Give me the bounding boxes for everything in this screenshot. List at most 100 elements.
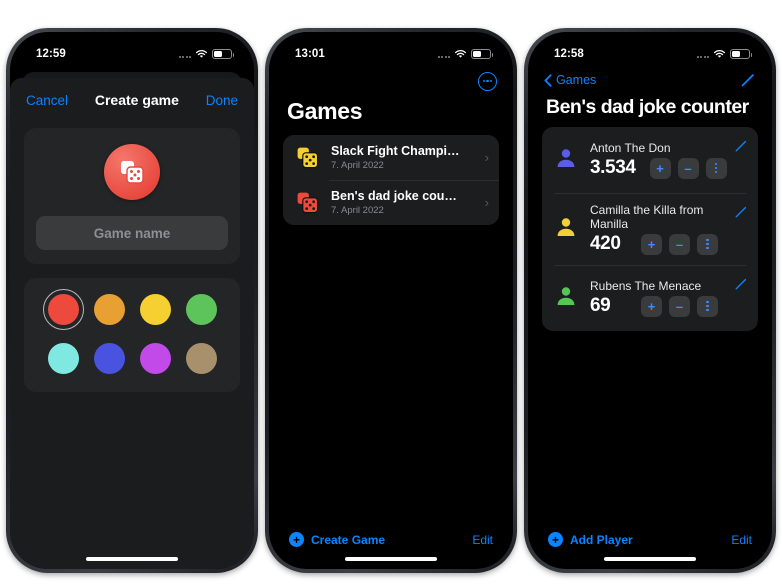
decrement-button[interactable]: –	[669, 233, 690, 255]
add-player-button[interactable]: + Add Player	[548, 532, 633, 547]
plus-circle-icon: +	[548, 532, 563, 547]
battery-icon	[471, 49, 493, 59]
minus-label: –	[684, 160, 692, 176]
wifi-icon	[454, 49, 467, 59]
phone-games-list: 13:01 Games Slack Fight Champi… 7. April…	[265, 28, 517, 573]
cancel-button[interactable]: Cancel	[26, 93, 68, 108]
home-indicator[interactable]	[604, 557, 696, 561]
screen-create-game: Cancel Create game Done Game name	[10, 66, 254, 569]
player-name: Rubens The Menace	[590, 279, 702, 293]
signal-icon	[696, 50, 709, 58]
dice-icon[interactable]	[104, 144, 160, 200]
chevron-right-icon: ›	[484, 150, 489, 165]
status-time: 12:59	[36, 48, 66, 60]
pencil-icon[interactable]	[734, 139, 748, 153]
notch	[339, 32, 443, 54]
game-title: Slack Fight Champi…	[331, 144, 460, 158]
increment-button[interactable]: +	[641, 233, 662, 255]
color-swatch-orange[interactable]	[93, 294, 125, 325]
pencil-icon[interactable]	[734, 277, 748, 291]
decrement-button[interactable]: –	[677, 157, 699, 179]
more-vertical-icon[interactable]	[705, 157, 727, 179]
color-swatch-red[interactable]	[42, 289, 84, 330]
decrement-button[interactable]: –	[669, 295, 690, 317]
color-swatch-cyan[interactable]	[47, 343, 79, 374]
sheet-navigation-bar: Cancel Create game Done	[10, 78, 254, 122]
table-row[interactable]: Ben's dad joke cou… 7. April 2022 ›	[283, 180, 499, 225]
bottom-toolbar: + Create Game Edit	[269, 532, 513, 547]
player-name: Anton The Don	[590, 141, 671, 155]
game-date: 7. April 2022	[331, 205, 384, 216]
game-identity-card: Game name	[24, 128, 240, 264]
players-list: Anton The Don 3.534 + – Camilla the Kill…	[542, 127, 758, 331]
plus-label: +	[647, 298, 656, 314]
color-swatch-tan[interactable]	[185, 343, 217, 374]
minus-label: –	[675, 298, 684, 314]
plus-circle-icon: +	[289, 532, 304, 547]
chevron-right-icon: ›	[484, 195, 489, 210]
signal-icon	[437, 50, 450, 58]
screen-game-detail: Games Ben's dad joke counter Anton The D…	[528, 66, 772, 569]
wifi-icon	[195, 49, 208, 59]
screen-games-list: Games Slack Fight Champi… 7. April 2022 …	[269, 66, 513, 569]
dice-icon	[297, 147, 319, 168]
edit-button[interactable]: Edit	[731, 533, 752, 547]
navigation-bar: Games	[528, 66, 772, 94]
back-button[interactable]: Games	[544, 73, 596, 87]
color-picker-card	[24, 278, 240, 392]
player-score: 420	[590, 233, 621, 254]
player-name: Camilla the Killa from Manilla	[590, 203, 704, 231]
increment-button[interactable]: +	[641, 295, 662, 317]
more-vertical-icon[interactable]	[697, 233, 718, 255]
avatar	[554, 146, 580, 175]
home-indicator[interactable]	[345, 557, 437, 561]
back-label: Games	[556, 73, 597, 87]
more-vertical-icon[interactable]	[697, 295, 718, 317]
plus-label: +	[656, 160, 664, 176]
plus-label: +	[647, 236, 656, 252]
create-game-button[interactable]: + Create Game	[289, 532, 385, 547]
bottom-toolbar: + Add Player Edit	[528, 532, 772, 547]
dice-icon	[297, 192, 319, 213]
player-score: 3.534	[590, 157, 636, 178]
table-row[interactable]: Camilla the Killa from Manilla 420 + –	[542, 193, 758, 265]
table-row[interactable]: Slack Fight Champi… 7. April 2022 ›	[283, 135, 499, 180]
games-list: Slack Fight Champi… 7. April 2022 › Ben'…	[283, 135, 499, 225]
phone-create-game: 12:59 Cancel Create game Done Game name	[6, 28, 258, 573]
edit-button[interactable]: Edit	[472, 533, 493, 547]
battery-icon	[212, 49, 234, 59]
avatar	[554, 215, 580, 244]
chevron-left-icon	[544, 73, 552, 87]
modal-sheet: Cancel Create game Done Game name	[10, 78, 254, 569]
minus-label: –	[675, 236, 684, 252]
table-row[interactable]: Anton The Don 3.534 + –	[542, 127, 758, 193]
done-button[interactable]: Done	[206, 93, 238, 108]
phone-game-detail: 12:58 Games Ben's dad joke counter Anton…	[524, 28, 776, 573]
game-title: Ben's dad joke cou…	[331, 189, 457, 203]
top-toolbar	[269, 66, 513, 96]
add-player-label: Add Player	[570, 532, 633, 547]
three-phone-mockup: 12:59 Cancel Create game Done Game name …	[0, 0, 782, 587]
sheet-title: Create game	[94, 92, 179, 108]
more-ellipsis-icon[interactable]	[478, 71, 497, 91]
increment-button[interactable]: +	[649, 157, 671, 179]
color-swatch-purple[interactable]	[139, 343, 171, 374]
table-row[interactable]: Rubens The Menace 69 + –	[542, 265, 758, 331]
game-name-input[interactable]: Game name	[36, 216, 228, 250]
color-swatch-green[interactable]	[185, 294, 217, 325]
status-time: 12:58	[554, 48, 584, 60]
color-swatch-blue[interactable]	[93, 343, 125, 374]
game-date: 7. April 2022	[331, 160, 384, 171]
page-title: Ben's dad joke counter	[546, 96, 749, 118]
color-swatch-yellow[interactable]	[139, 294, 171, 325]
create-game-label: Create Game	[311, 532, 386, 547]
pencil-icon[interactable]	[740, 72, 756, 88]
player-score: 69	[590, 295, 611, 316]
pencil-icon[interactable]	[734, 205, 748, 219]
signal-icon	[178, 50, 191, 58]
notch	[598, 32, 702, 54]
home-indicator[interactable]	[86, 557, 178, 561]
wifi-icon	[713, 49, 726, 59]
status-time: 13:01	[295, 48, 325, 60]
notch	[80, 32, 184, 54]
